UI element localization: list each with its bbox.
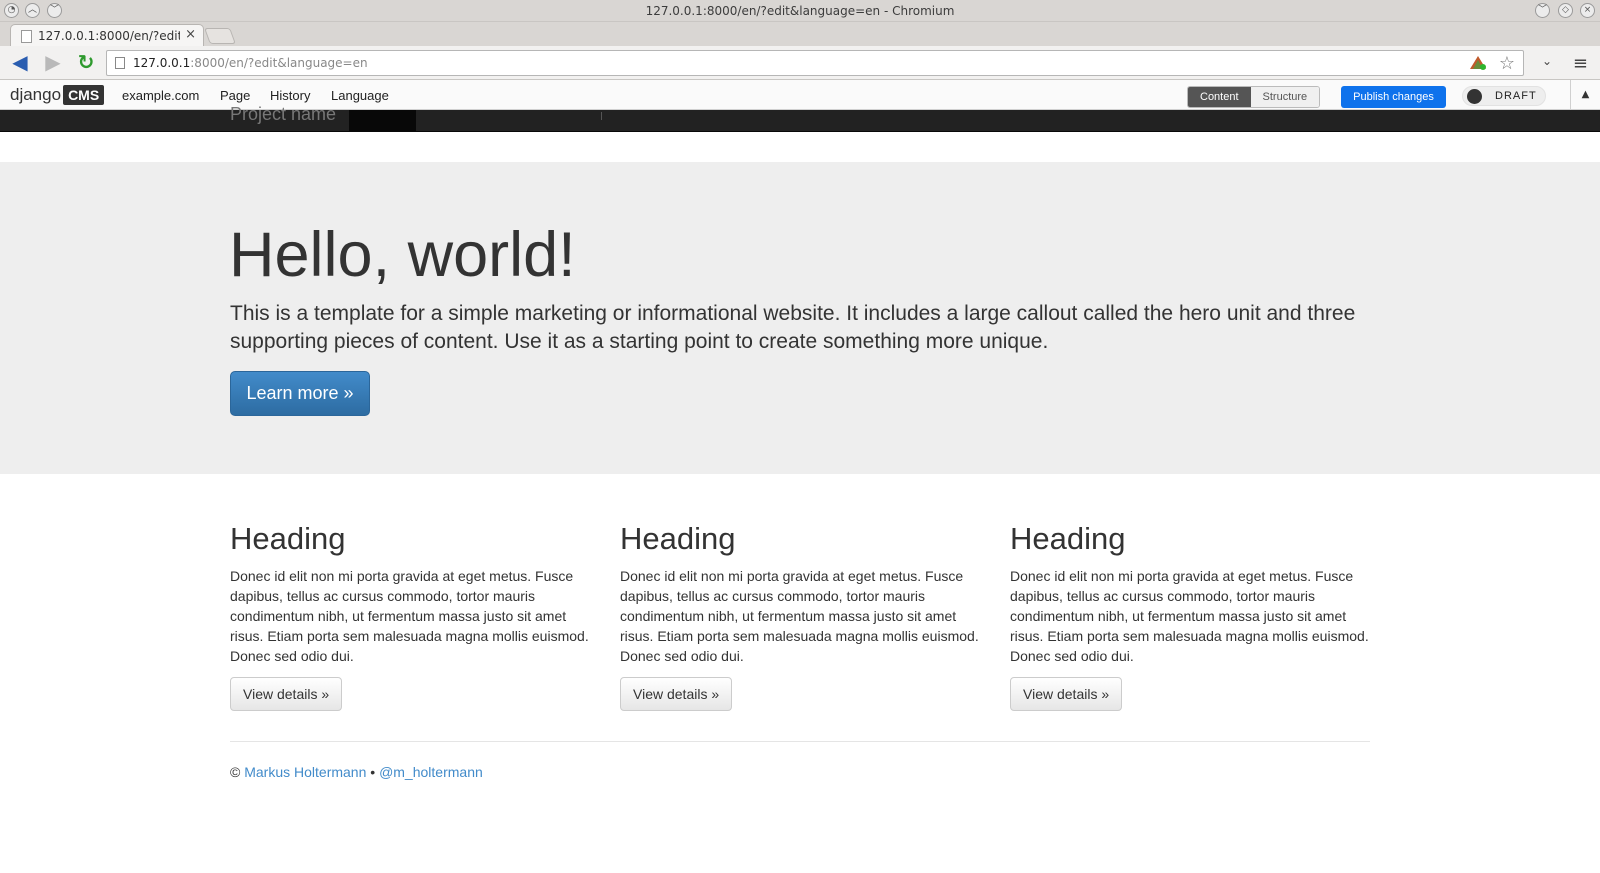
hamburger-menu-icon[interactable]: ≡ — [1573, 53, 1588, 74]
view-details-button[interactable]: View details » — [1010, 677, 1123, 712]
content-column: Heading Donec id elit non mi porta gravi… — [1010, 521, 1380, 712]
hero-unit: Hello, world! This is a template for a s… — [0, 162, 1600, 474]
cms-logo[interactable]: django CMS — [10, 84, 105, 106]
back-arrow-icon[interactable]: ◀ — [9, 51, 31, 73]
column-heading: Heading — [620, 521, 736, 556]
content-column: Heading Donec id elit non mi porta gravi… — [620, 521, 990, 712]
tab-close-icon[interactable]: × — [185, 27, 196, 42]
column-body: Donec id elit non mi porta gravida at eg… — [1010, 568, 1369, 665]
footer-separator: • — [370, 764, 376, 780]
mode-switch: Content Structure — [1187, 86, 1321, 108]
hero-text: This is a template for a simple marketin… — [230, 302, 1356, 353]
minimize-icon[interactable]: ﹀ — [1535, 3, 1550, 18]
structure-mode-button[interactable]: Structure — [1250, 87, 1320, 107]
draft-label: DRAFT — [1495, 90, 1537, 102]
publish-changes-button[interactable]: Publish changes — [1341, 86, 1446, 108]
twitter-handle-link[interactable]: @m_holtermann — [379, 764, 483, 780]
view-details-button[interactable]: View details » — [620, 677, 733, 712]
content-column: Heading Donec id elit non mi porta gravi… — [230, 521, 600, 712]
content-mode-button[interactable]: Content — [1188, 87, 1251, 107]
tab-title: 127.0.0.1:8000/en/?edit&la — [38, 29, 180, 43]
collapse-toolbar-icon[interactable]: ▲ — [1570, 80, 1600, 109]
menu-page[interactable]: Page — [220, 88, 250, 103]
hero-title: Hello, world! — [229, 220, 576, 290]
extension-icon[interactable] — [1469, 55, 1487, 71]
logo-box: CMS — [63, 85, 105, 105]
address-url[interactable]: 127.0.0.1:8000/en/?edit&language=en — [133, 56, 368, 70]
close-window-icon[interactable]: × — [1580, 3, 1595, 18]
logo-word: django — [10, 85, 62, 104]
tab-strip: 127.0.0.1:8000/en/?edit&la × — [0, 22, 1600, 46]
column-heading: Heading — [230, 521, 346, 556]
maximize-icon[interactable]: ◇ — [1558, 3, 1573, 18]
author-link[interactable]: Markus Holtermann — [244, 764, 366, 780]
page-icon — [115, 57, 125, 69]
column-heading: Heading — [1010, 521, 1126, 556]
navbar-brand[interactable]: Project name — [230, 104, 336, 125]
menu-history[interactable]: History — [270, 88, 310, 103]
browser-tab[interactable]: 127.0.0.1:8000/en/?edit&la × — [10, 24, 204, 46]
window-titlebar: ◔ ︿ ﹀ 127.0.0.1:8000/en/?edit&language=e… — [0, 0, 1600, 22]
window-title: 127.0.0.1:8000/en/?edit&language=en - Ch… — [645, 4, 955, 18]
site-navbar: Project name — [0, 104, 1600, 132]
draft-toggle[interactable]: DRAFT — [1462, 86, 1546, 106]
menu-site[interactable]: example.com — [122, 88, 199, 103]
chevron-down-icon[interactable]: ⌄ — [1542, 54, 1552, 68]
url-path: :8000/en/?edit&language=en — [190, 56, 368, 70]
browser-toolbar: ◀ ▶ ↻ 127.0.0.1:8000/en/?edit&language=e… — [0, 46, 1600, 80]
star-icon[interactable]: ☆ — [1499, 53, 1515, 74]
page-favicon-icon — [21, 30, 32, 43]
learn-more-button[interactable]: Learn more » — [230, 371, 370, 416]
forward-arrow-icon[interactable]: ▶ — [42, 51, 64, 73]
column-body: Donec id elit non mi porta gravida at eg… — [230, 568, 589, 665]
footer: © Markus Holtermann • @m_holtermann — [230, 764, 483, 780]
footer-divider — [230, 741, 1370, 742]
copyright-symbol: © — [230, 764, 241, 780]
menu-language[interactable]: Language — [331, 88, 389, 103]
view-details-button[interactable]: View details » — [230, 677, 343, 712]
reload-icon[interactable]: ↻ — [75, 51, 97, 73]
toggle-knob — [1467, 89, 1482, 104]
navbar-active-item[interactable] — [349, 110, 416, 132]
column-body: Donec id elit non mi porta gravida at eg… — [620, 568, 979, 665]
new-tab-button[interactable] — [204, 28, 236, 44]
address-bar[interactable]: 127.0.0.1:8000/en/?edit&language=en ☆ — [106, 50, 1524, 76]
url-host: 127.0.0.1 — [133, 56, 191, 70]
navbar-divider — [601, 112, 602, 120]
